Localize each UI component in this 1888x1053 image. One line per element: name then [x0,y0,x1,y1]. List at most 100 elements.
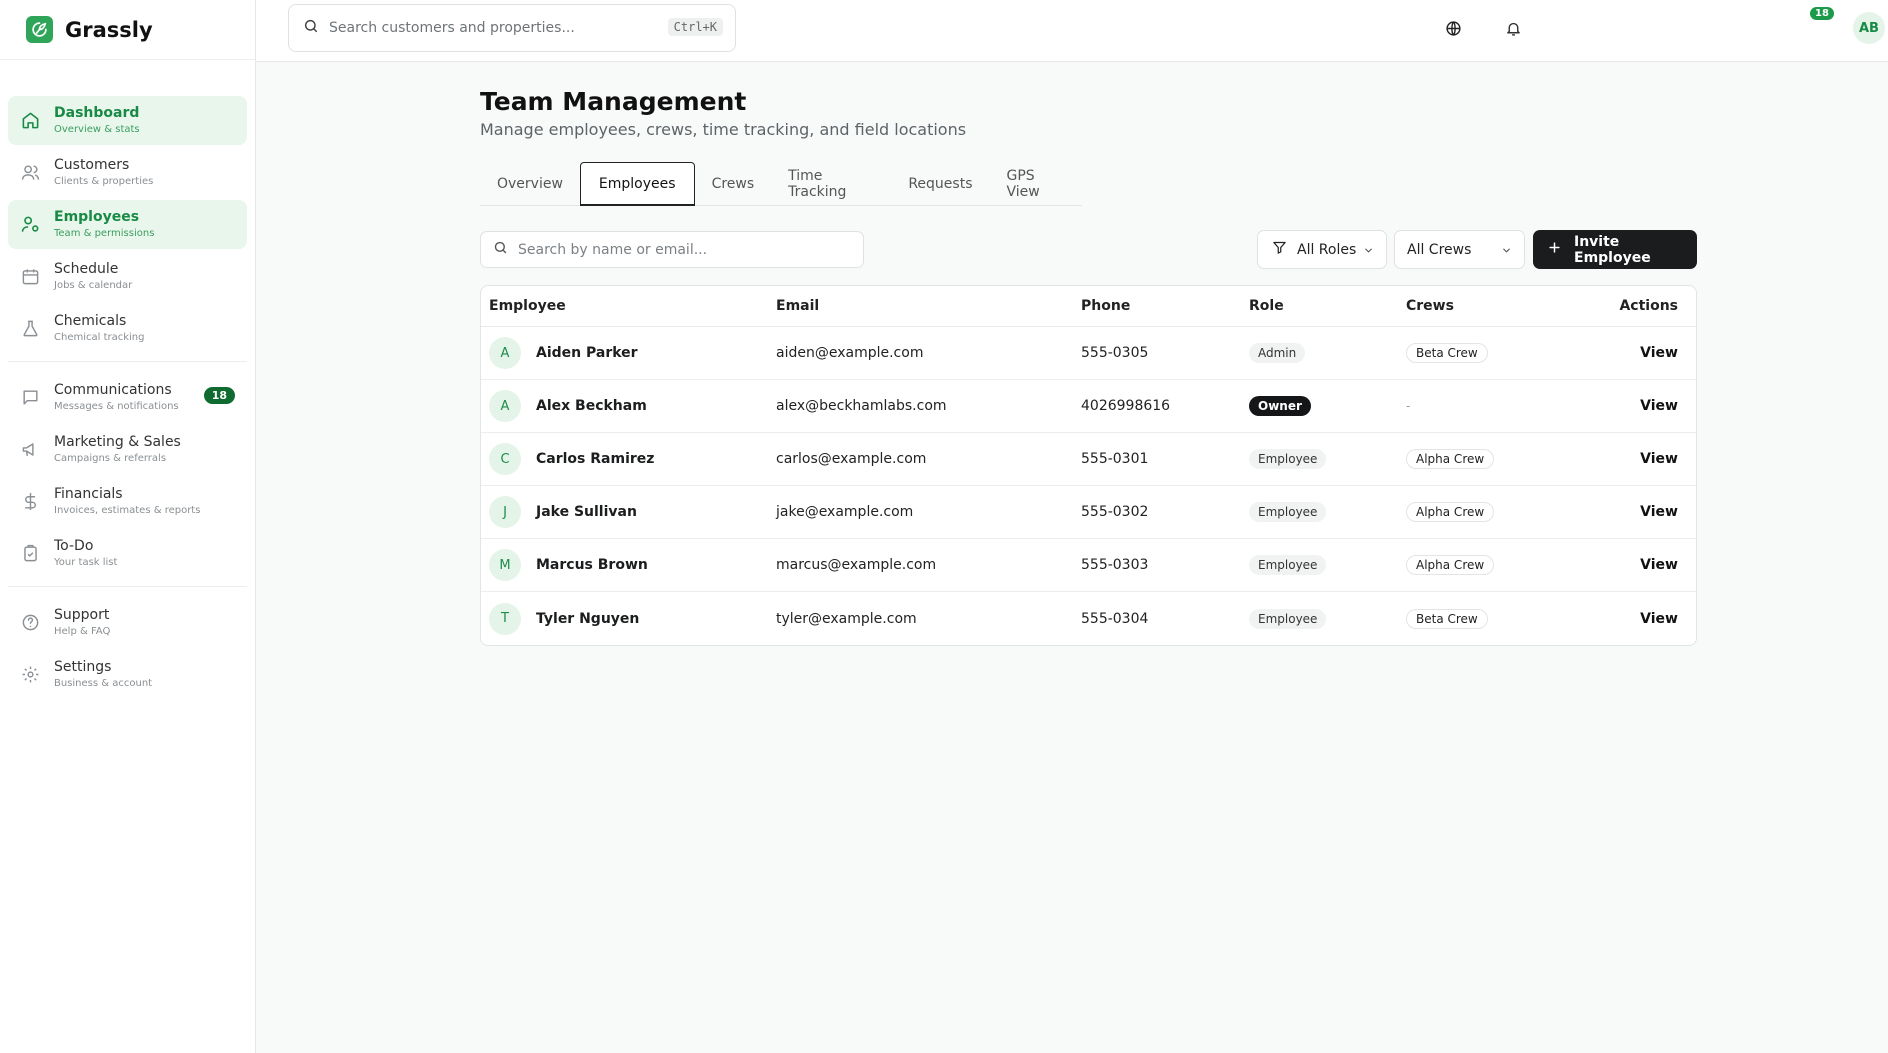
global-search-input[interactable]: Search customers and properties... Ctrl+… [288,4,736,52]
search-placeholder: Search by name or email... [518,241,708,258]
column-header-employee[interactable]: Employee [489,286,566,326]
flask-icon [20,319,40,339]
view-employee-button[interactable]: View [1640,611,1678,627]
sidebar-item-dashboard[interactable]: Dashboard Overview & stats [8,96,247,145]
tab-crews[interactable]: Crews [695,162,772,206]
employee-phone: 4026998616 [1081,398,1171,414]
sidebar-item-label: Communications [54,382,172,398]
column-header-phone[interactable]: Phone [1081,286,1130,326]
sidebar-item-schedule[interactable]: Schedule Jobs & calendar [8,252,247,301]
view-employee-button[interactable]: View [1640,398,1678,414]
employee-email: jake@example.com [776,504,914,520]
sidebar-item-sub: Clients & properties [54,176,154,187]
employee-email: tyler@example.com [776,610,917,627]
sidebar-item-sub: Business & account [54,678,153,689]
tab-employees[interactable]: Employees [579,162,695,206]
unread-count-badge: 18 [203,387,235,404]
sidebar-item-employees[interactable]: Employees Team & permissions [8,200,247,249]
sidebar-item-todo[interactable]: To-Do Your task list [8,529,247,578]
crew-badge: Alpha Crew [1406,555,1495,575]
sidebar-item-communications[interactable]: Communications Messages & notifications 1… [8,373,247,422]
view-employee-button[interactable]: View [1640,504,1678,520]
crews-filter-value: All Crews [1407,241,1472,258]
employee-avatar: A [489,337,521,369]
table-row[interactable]: T Tyler Nguyen tyler@example.com 555-0304… [481,592,1696,645]
employee-avatar: J [489,496,521,528]
bell-icon[interactable] [1501,16,1525,40]
employee-name: Aiden Parker [536,345,638,361]
globe-icon[interactable] [1441,16,1465,40]
view-employee-button[interactable]: View [1640,345,1678,361]
employee-phone: 555-0301 [1081,451,1149,467]
sidebar-item-financials[interactable]: Financials Invoices, estimates & reports [8,477,247,526]
top-bar: Search customers and properties... Ctrl+… [256,0,1888,62]
employee-email: aiden@example.com [776,345,924,361]
sidebar-item-settings[interactable]: Settings Business & account [8,650,247,699]
sidebar-item-label: Financials [54,486,123,502]
employee-avatar: A [489,390,521,422]
calendar-icon [20,267,40,287]
employee-name: Jake Sullivan [536,504,637,520]
column-header-email[interactable]: Email [776,286,819,326]
column-header-role[interactable]: Role [1249,286,1284,326]
sidebar-item-sub: Your task list [54,557,118,568]
tab-gps-view[interactable]: GPS View [990,162,1083,206]
view-employee-button[interactable]: View [1640,557,1678,573]
table-row[interactable]: J Jake Sullivan jake@example.com 555-0302… [481,486,1696,539]
sidebar-item-support[interactable]: Support Help & FAQ [8,598,247,647]
employee-name: Marcus Brown [536,557,648,573]
sidebar-item-label: Employees [54,209,140,225]
tab-time-tracking[interactable]: Time Tracking [771,162,891,206]
table-header: Employee Email Phone Role Crews Actions [481,286,1696,327]
search-placeholder: Search customers and properties... [329,20,575,36]
sidebar-divider [8,586,247,587]
gear-icon [20,665,40,685]
sidebar-item-customers[interactable]: Customers Clients & properties [8,148,247,197]
employee-phone: 555-0303 [1081,557,1149,573]
logo-row[interactable]: Grassly [0,0,255,60]
sidebar-item-sub: Jobs & calendar [54,280,133,291]
employee-search-input[interactable]: Search by name or email... [480,231,864,268]
crew-badge: Alpha Crew [1406,502,1495,522]
employee-avatar: M [489,549,521,581]
crew-badge: Beta Crew [1406,343,1488,363]
crew-badge: Beta Crew [1406,608,1488,629]
crews-filter-select[interactable]: All Crews [1394,230,1525,269]
view-employee-button[interactable]: View [1640,451,1678,467]
invite-employee-button[interactable]: Invite Employee [1533,230,1697,269]
employee-phone: 555-0302 [1081,504,1149,520]
table-row[interactable]: A Aiden Parker aiden@example.com 555-0305… [481,327,1696,380]
column-header-actions: Actions [1619,298,1678,314]
sidebar-item-sub: Messages & notifications [54,401,179,412]
chevron-down-icon [1501,244,1512,260]
employee-phone: 555-0304 [1081,610,1149,627]
user-cog-icon [20,215,40,235]
role-badge: Owner [1249,396,1311,416]
leaf-logo-icon [26,16,53,43]
column-header-crews[interactable]: Crews [1406,286,1454,326]
tab-requests[interactable]: Requests [891,162,989,206]
table-row[interactable]: A Alex Beckham alex@beckhamlabs.com 40269… [481,380,1696,433]
megaphone-icon [20,440,40,460]
role-badge: Employee [1249,555,1327,575]
chevron-down-icon [1363,244,1374,260]
sidebar-item-label: To-Do [54,538,94,554]
sidebar-item-label: Schedule [54,261,119,277]
roles-filter-select[interactable]: All Roles [1257,230,1387,269]
home-icon [20,111,40,131]
app-name: Grassly [65,17,153,42]
role-badge: Employee [1249,608,1327,629]
table-row[interactable]: C Carlos Ramirez carlos@example.com 555-0… [481,433,1696,486]
sidebar-nav: Dashboard Overview & stats Customers Clien… [0,60,255,699]
tab-overview[interactable]: Overview [480,162,580,206]
sidebar-item-chemicals[interactable]: Chemicals Chemical tracking [8,304,247,353]
sidebar-item-label: Customers [54,157,130,173]
user-avatar[interactable]: AB [1853,12,1885,44]
employees-table: Employee Email Phone Role Crews Actions … [480,285,1697,646]
role-badge: Admin [1249,343,1306,363]
employee-avatar: C [489,443,521,475]
sidebar-item-marketing[interactable]: Marketing & Sales Campaigns & referrals [8,425,247,474]
sidebar-item-label: Support [54,607,110,623]
table-row[interactable]: M Marcus Brown marcus@example.com 555-030… [481,539,1696,592]
sidebar-item-sub: Team & permissions [54,228,155,239]
